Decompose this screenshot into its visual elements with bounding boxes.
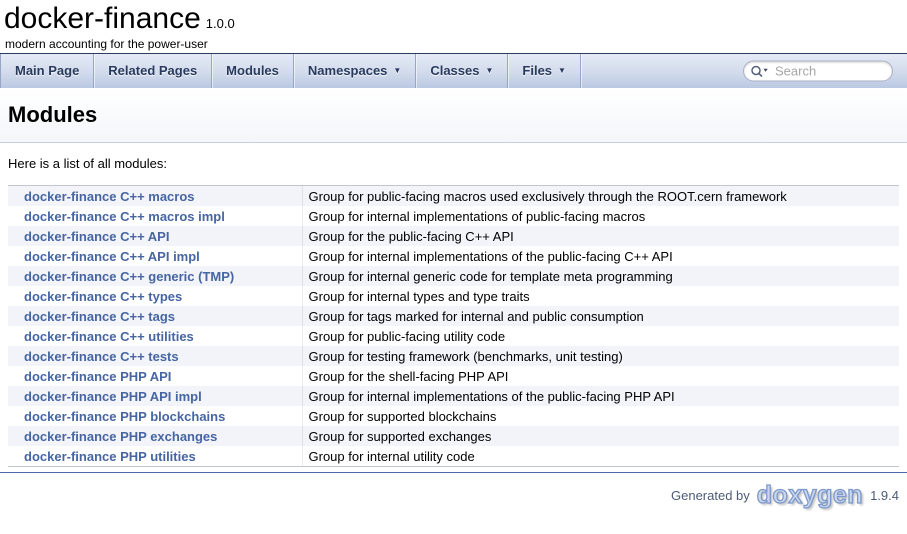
module-description: Group for supported exchanges bbox=[302, 426, 899, 446]
project-name: docker-finance bbox=[4, 2, 201, 35]
module-link[interactable]: docker-finance PHP exchanges bbox=[24, 429, 217, 444]
module-link[interactable]: docker-finance C++ macros impl bbox=[24, 209, 225, 224]
module-description: Group for internal implementations of th… bbox=[302, 246, 899, 266]
page-title: Modules bbox=[8, 102, 899, 127]
module-link[interactable]: docker-finance C++ generic (TMP) bbox=[24, 269, 234, 284]
module-entry-cell: docker-finance PHP exchanges bbox=[8, 426, 302, 446]
modules-table: docker-finance C++ macros Group for publi… bbox=[8, 186, 899, 466]
tab-label: Namespaces bbox=[308, 63, 388, 78]
module-entry-cell: docker-finance C++ API bbox=[8, 226, 302, 246]
generator-version: 1.9.4 bbox=[870, 488, 899, 503]
chevron-down-icon: ▼ bbox=[558, 66, 566, 75]
contents: Here is a list of all modules: docker-fi… bbox=[8, 156, 899, 467]
module-link[interactable]: docker-finance C++ tags bbox=[24, 309, 175, 324]
tab-modules[interactable]: Modules bbox=[212, 54, 294, 88]
project-version: 1.0.0 bbox=[206, 16, 235, 31]
module-link[interactable]: docker-finance C++ tests bbox=[24, 349, 179, 364]
doxygen-logo[interactable]: doxygen bbox=[757, 481, 863, 510]
module-row: docker-finance C++ macros impl Group for … bbox=[8, 206, 899, 226]
module-entry-cell: docker-finance PHP blockchains bbox=[8, 406, 302, 426]
chevron-down-icon: ▼ bbox=[393, 66, 401, 75]
module-entry-cell: docker-finance C++ types bbox=[8, 286, 302, 306]
module-description: Group for supported blockchains bbox=[302, 406, 899, 426]
module-description: Group for the shell-facing PHP API bbox=[302, 366, 899, 386]
tab-namespaces[interactable]: Namespaces ▼ bbox=[294, 54, 416, 88]
module-entry-cell: docker-finance C++ macros bbox=[8, 186, 302, 206]
module-description: Group for public-facing utility code bbox=[302, 326, 899, 346]
modules-directory: docker-finance C++ macros Group for publi… bbox=[8, 185, 899, 467]
intro-text: Here is a list of all modules: bbox=[8, 156, 899, 171]
tab-link[interactable]: Classes ▼ bbox=[416, 54, 507, 88]
module-description: Group for internal types and type traits bbox=[302, 286, 899, 306]
module-row: docker-finance PHP blockchains Group for … bbox=[8, 406, 899, 426]
tab-classes[interactable]: Classes ▼ bbox=[416, 54, 508, 88]
module-row: docker-finance C++ generic (TMP) Group fo… bbox=[8, 266, 899, 286]
module-entry-cell: docker-finance C++ tags bbox=[8, 306, 302, 326]
tab-label: Modules bbox=[226, 63, 279, 78]
module-description: Group for the public-facing C++ API bbox=[302, 226, 899, 246]
search-box[interactable] bbox=[743, 61, 893, 82]
module-row: docker-finance C++ utilities Group for pu… bbox=[8, 326, 899, 346]
module-entry-cell: docker-finance PHP utilities bbox=[8, 446, 302, 466]
module-link[interactable]: docker-finance C++ API bbox=[24, 229, 169, 244]
module-link[interactable]: docker-finance C++ macros bbox=[24, 189, 195, 204]
module-entry-cell: docker-finance C++ generic (TMP) bbox=[8, 266, 302, 286]
module-link[interactable]: docker-finance PHP API impl bbox=[24, 389, 202, 404]
module-description: Group for testing framework (benchmarks,… bbox=[302, 346, 899, 366]
search-icon[interactable] bbox=[750, 64, 769, 78]
search-input[interactable] bbox=[773, 63, 884, 80]
tab-files[interactable]: Files ▼ bbox=[508, 54, 581, 88]
module-row: docker-finance C++ tags Group for tags ma… bbox=[8, 306, 899, 326]
module-row: docker-finance C++ API impl Group for int… bbox=[8, 246, 899, 266]
module-row: docker-finance C++ types Group for intern… bbox=[8, 286, 899, 306]
module-link[interactable]: docker-finance C++ utilities bbox=[24, 329, 194, 344]
page-header-band: Modules bbox=[0, 88, 907, 143]
module-row: docker-finance C++ tests Group for testin… bbox=[8, 346, 899, 366]
tab-link[interactable]: Modules bbox=[212, 54, 293, 88]
project-name-row: docker-finance 1.0.0 bbox=[4, 2, 907, 36]
module-row: docker-finance PHP exchanges Group for su… bbox=[8, 426, 899, 446]
module-entry-cell: docker-finance C++ utilities bbox=[8, 326, 302, 346]
doxygen-modules-page: { "header": { "project_name": "docker-fi… bbox=[0, 0, 907, 534]
tab-link[interactable]: Namespaces ▼ bbox=[294, 54, 415, 88]
module-link[interactable]: docker-finance PHP blockchains bbox=[24, 409, 225, 424]
chevron-down-icon: ▼ bbox=[485, 66, 493, 75]
tab-link[interactable]: Files ▼ bbox=[508, 54, 580, 88]
module-link[interactable]: docker-finance PHP utilities bbox=[24, 449, 196, 464]
module-row: docker-finance PHP API impl Group for int… bbox=[8, 386, 899, 406]
module-description: Group for internal implementations of th… bbox=[302, 386, 899, 406]
module-description: Group for public-facing macros used excl… bbox=[302, 186, 899, 206]
module-description: Group for internal implementations of pu… bbox=[302, 206, 899, 226]
module-entry-cell: docker-finance C++ macros impl bbox=[8, 206, 302, 226]
module-entry-cell: docker-finance PHP API bbox=[8, 366, 302, 386]
title-area: docker-finance 1.0.0 modern accounting fo… bbox=[0, 0, 907, 53]
tab-label: Main Page bbox=[15, 63, 79, 78]
module-row: docker-finance PHP utilities Group for in… bbox=[8, 446, 899, 466]
tab-label: Files bbox=[522, 63, 552, 78]
module-row: docker-finance C++ API Group for the publ… bbox=[8, 226, 899, 246]
module-entry-cell: docker-finance C++ tests bbox=[8, 346, 302, 366]
tab-label: Related Pages bbox=[108, 63, 197, 78]
tab-main-page[interactable]: Main Page bbox=[1, 54, 94, 88]
main-nav-bar: Main Page Related Pages Modules Namespaces ▼… bbox=[0, 53, 907, 88]
module-link[interactable]: docker-finance C++ types bbox=[24, 289, 182, 304]
module-row: docker-finance PHP API Group for the shel… bbox=[8, 366, 899, 386]
tab-related-pages[interactable]: Related Pages bbox=[94, 54, 212, 88]
module-description: Group for internal utility code bbox=[302, 446, 899, 466]
module-link[interactable]: docker-finance C++ API impl bbox=[24, 249, 200, 264]
generated-by-label: Generated by bbox=[671, 488, 750, 503]
module-entry-cell: docker-finance PHP API impl bbox=[8, 386, 302, 406]
module-description: Group for internal generic code for temp… bbox=[302, 266, 899, 286]
module-entry-cell: docker-finance C++ API impl bbox=[8, 246, 302, 266]
tab-link[interactable]: Related Pages bbox=[94, 54, 211, 88]
module-row: docker-finance C++ macros Group for publi… bbox=[8, 186, 899, 206]
tab-link[interactable]: Main Page bbox=[1, 54, 93, 88]
tab-label: Classes bbox=[430, 63, 479, 78]
module-link[interactable]: docker-finance PHP API bbox=[24, 369, 171, 384]
project-brief: modern accounting for the power-user bbox=[4, 37, 907, 51]
footer: Generated by doxygen 1.9.4 bbox=[0, 473, 907, 510]
module-description: Group for tags marked for internal and p… bbox=[302, 306, 899, 326]
